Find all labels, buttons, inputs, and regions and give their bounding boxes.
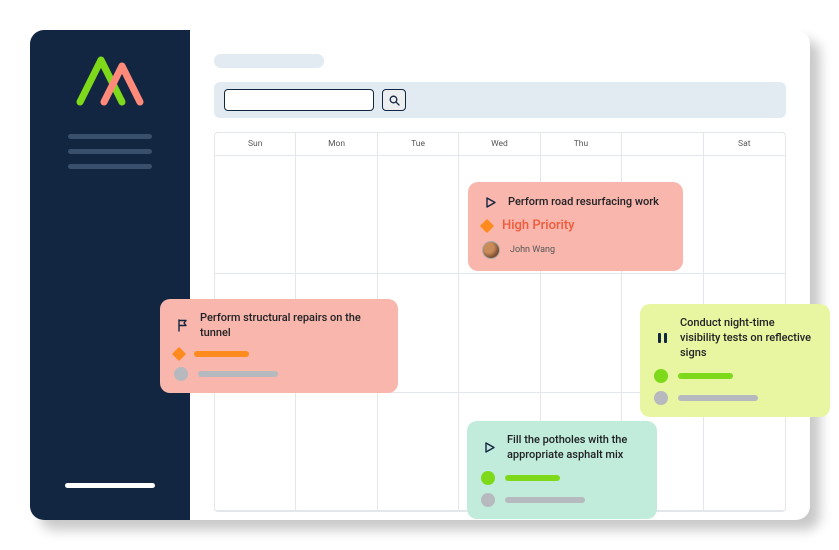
status-dot bbox=[481, 493, 495, 507]
status-dot bbox=[481, 471, 495, 485]
day-header bbox=[622, 133, 703, 155]
placeholder-bar bbox=[505, 475, 560, 481]
sidebar-footer-item[interactable] bbox=[65, 483, 155, 488]
play-icon bbox=[482, 194, 498, 210]
calendar-cell[interactable] bbox=[215, 156, 296, 273]
calendar-cell[interactable] bbox=[704, 156, 785, 273]
event-title: Conduct night-time visibility tests on r… bbox=[680, 316, 816, 361]
day-header: Sat bbox=[704, 133, 785, 155]
day-header: Mon bbox=[296, 133, 377, 155]
diamond-icon bbox=[172, 347, 186, 361]
nav-item[interactable] bbox=[68, 149, 152, 154]
event-title: Perform road resurfacing work bbox=[508, 195, 669, 210]
play-icon bbox=[481, 440, 497, 456]
event-card-potholes[interactable]: Fill the potholes with the appropriate a… bbox=[467, 421, 657, 519]
calendar-cell[interactable] bbox=[215, 393, 296, 510]
calendar-cell[interactable] bbox=[296, 156, 377, 273]
search-bar bbox=[214, 82, 786, 118]
calendar: Sun Mon Tue Wed Thu Sat bbox=[214, 132, 786, 512]
calendar-cell[interactable] bbox=[378, 156, 459, 273]
calendar-cell[interactable] bbox=[541, 274, 622, 391]
calendar-body: Perform road resurfacing work High Prior… bbox=[215, 156, 785, 511]
day-header: Wed bbox=[459, 133, 540, 155]
calendar-cell[interactable] bbox=[378, 393, 459, 510]
placeholder-bar bbox=[194, 351, 249, 357]
status-dot bbox=[654, 369, 668, 383]
event-card-tunnel[interactable]: Perform structural repairs on the tunnel bbox=[160, 299, 398, 393]
nav-item[interactable] bbox=[68, 164, 152, 169]
day-header: Sun bbox=[215, 133, 296, 155]
logo bbox=[74, 54, 146, 112]
placeholder-bar bbox=[678, 373, 733, 379]
placeholder-bar bbox=[505, 497, 585, 503]
search-input[interactable] bbox=[224, 89, 374, 111]
page-title-placeholder bbox=[214, 54, 324, 68]
assignee-name: John Wang bbox=[510, 245, 555, 255]
calendar-header: Sun Mon Tue Wed Thu Sat bbox=[215, 133, 785, 156]
event-title: Perform structural repairs on the tunnel bbox=[200, 311, 384, 341]
day-header: Tue bbox=[378, 133, 459, 155]
event-title: Fill the potholes with the appropriate a… bbox=[507, 433, 643, 463]
search-icon bbox=[389, 95, 400, 106]
day-header: Thu bbox=[541, 133, 622, 155]
status-dot bbox=[174, 367, 188, 381]
flag-icon bbox=[174, 318, 190, 334]
avatar bbox=[482, 241, 500, 259]
priority-label: High Priority bbox=[502, 218, 575, 233]
calendar-cell[interactable] bbox=[459, 274, 540, 391]
nav-menu bbox=[68, 134, 152, 169]
status-dot bbox=[654, 391, 668, 405]
event-card-resurface[interactable]: Perform road resurfacing work High Prior… bbox=[468, 182, 683, 271]
diamond-icon bbox=[480, 218, 494, 232]
app-window: Sun Mon Tue Wed Thu Sat bbox=[30, 30, 810, 520]
event-card-visibility[interactable]: Conduct night-time visibility tests on r… bbox=[640, 304, 830, 417]
placeholder-bar bbox=[198, 371, 278, 377]
search-button[interactable] bbox=[382, 89, 406, 111]
main-content: Sun Mon Tue Wed Thu Sat bbox=[190, 30, 810, 520]
sidebar bbox=[30, 30, 190, 520]
placeholder-bar bbox=[678, 395, 758, 401]
nav-item[interactable] bbox=[68, 134, 152, 139]
calendar-cell[interactable] bbox=[296, 393, 377, 510]
pause-icon bbox=[654, 330, 670, 346]
